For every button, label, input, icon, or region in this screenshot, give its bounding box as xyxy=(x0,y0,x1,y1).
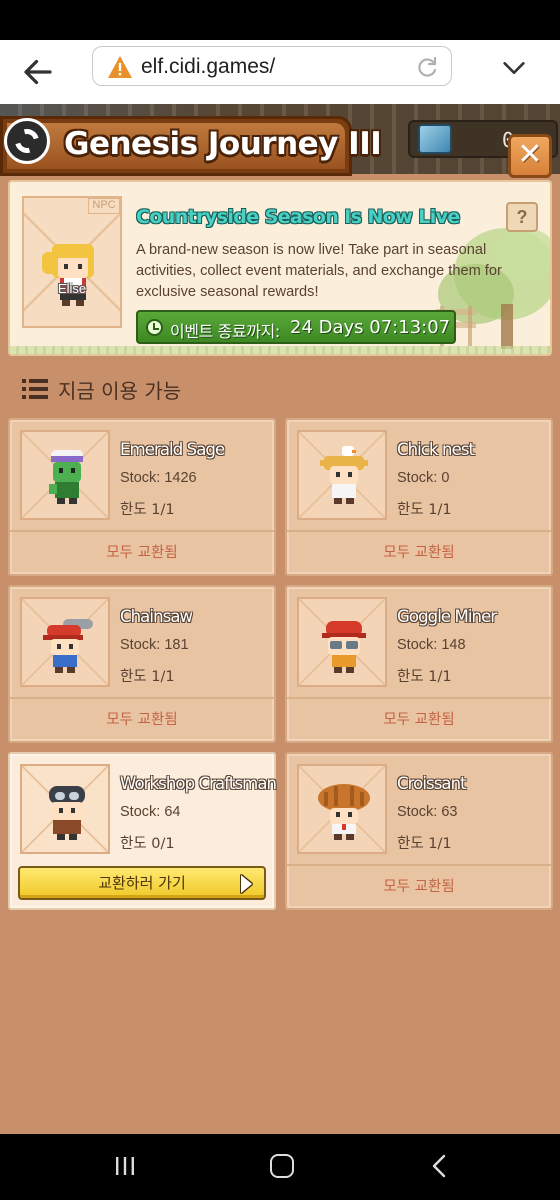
item-portrait xyxy=(297,597,387,687)
back-arrow-icon[interactable] xyxy=(20,54,56,90)
workshop-craftsman-sprite xyxy=(49,786,85,840)
crystal-icon xyxy=(418,124,452,154)
emerald-sage-sprite xyxy=(49,450,83,504)
section-title: 지금 이용 가능 xyxy=(58,379,182,403)
back-icon[interactable] xyxy=(430,1154,448,1178)
browser-toolbar: elf.cidi.games/ xyxy=(0,40,560,104)
help-button[interactable]: ? xyxy=(506,202,538,232)
go-exchange-button[interactable]: 교환하러 가기 xyxy=(18,866,266,900)
item-limit: 한도 0/1 xyxy=(120,836,175,852)
npc-name: Elise xyxy=(57,281,87,296)
item-portrait xyxy=(297,430,387,520)
item-name: Goggle Miner xyxy=(397,607,497,626)
system-nav-bar xyxy=(0,1134,560,1200)
address-bar[interactable]: elf.cidi.games/ xyxy=(92,46,452,86)
warning-icon[interactable] xyxy=(107,55,133,79)
event-title: Countryside Season Is Now Live xyxy=(136,206,460,228)
item-portrait xyxy=(20,597,110,687)
go-exchange-label: 교환하러 가기 xyxy=(98,874,186,892)
npc-elise-sprite xyxy=(42,244,94,306)
exchange-status: 모두 교환됨 xyxy=(383,879,455,895)
status-bar xyxy=(0,0,560,40)
home-icon[interactable] xyxy=(270,1154,294,1178)
item-limit: 한도 1/1 xyxy=(397,502,452,518)
exchange-status: 모두 교환됨 xyxy=(106,712,178,728)
timer-label: 이벤트 종료까지: xyxy=(170,322,280,341)
item-name: Emerald Sage xyxy=(120,440,225,459)
event-description: A brand-new season is now live! Take par… xyxy=(136,242,502,300)
chevron-down-icon[interactable] xyxy=(500,54,528,82)
url-text[interactable]: elf.cidi.games/ xyxy=(141,55,275,79)
item-stock: Stock: 64 xyxy=(120,804,181,820)
croissant-sprite xyxy=(318,784,370,840)
item-portrait xyxy=(297,764,387,854)
reload-icon[interactable] xyxy=(415,55,439,79)
item-portrait xyxy=(20,430,110,520)
item-limit: 한도 1/1 xyxy=(120,669,175,685)
clock-icon xyxy=(146,319,163,336)
list-icon xyxy=(22,379,48,399)
item-name: Chainsaw xyxy=(120,607,193,626)
chainsaw-sprite xyxy=(43,619,93,673)
item-stock: Stock: 0 xyxy=(397,470,450,486)
item-stock: Stock: 181 xyxy=(120,637,189,653)
exchange-status: 모두 교환됨 xyxy=(106,545,178,561)
reward-card: Goggle Miner Stock: 148 한도 1/1 모두 교환됨 xyxy=(285,585,553,743)
game-logo-icon xyxy=(4,118,50,164)
reward-card: Croissant Stock: 63 한도 1/1 모두 교환됨 xyxy=(285,752,553,910)
item-name: Croissant xyxy=(397,774,467,793)
item-stock: Stock: 148 xyxy=(397,637,466,653)
item-stock: Stock: 63 xyxy=(397,804,458,820)
item-name: Workshop Craftsman xyxy=(120,774,277,793)
page-title: Genesis Journey III xyxy=(64,126,382,162)
item-name: Chick nest xyxy=(397,440,475,459)
reward-card-active: Workshop Craftsman Stock: 64 한도 0/1 교환하러… xyxy=(8,752,277,910)
chick-nest-sprite xyxy=(320,446,368,504)
item-limit: 한도 1/1 xyxy=(397,836,452,852)
item-limit: 한도 1/1 xyxy=(120,502,175,518)
item-limit: 한도 1/1 xyxy=(397,669,452,685)
npc-tag: NPC xyxy=(88,198,120,214)
goggle-miner-sprite xyxy=(322,621,366,673)
reward-card: Chainsaw Stock: 181 한도 1/1 모두 교환됨 xyxy=(8,585,276,743)
reward-card: Emerald Sage Stock: 1426 한도 1/1 모두 교환됨 xyxy=(8,418,276,576)
game-viewport: Genesis Journey III 0 ✕ NPC xyxy=(0,104,560,1134)
timer-value: 24 Days 07:13:07 xyxy=(290,317,451,338)
play-arrow-icon xyxy=(241,875,252,893)
recents-icon[interactable] xyxy=(114,1156,136,1176)
item-portrait xyxy=(20,764,110,854)
exchange-status: 모두 교환됨 xyxy=(383,545,455,561)
npc-portrait: NPC Elise xyxy=(22,196,122,328)
item-stock: Stock: 1426 xyxy=(120,470,197,486)
event-timer: 이벤트 종료까지: 24 Days 07:13:07 xyxy=(136,310,456,344)
event-banner: NPC Elise Countryside Season Is Now Live… xyxy=(8,180,552,356)
exchange-status: 모두 교환됨 xyxy=(383,712,455,728)
close-button[interactable]: ✕ xyxy=(508,134,552,178)
reward-card: Chick nest Stock: 0 한도 1/1 모두 교환됨 xyxy=(285,418,553,576)
